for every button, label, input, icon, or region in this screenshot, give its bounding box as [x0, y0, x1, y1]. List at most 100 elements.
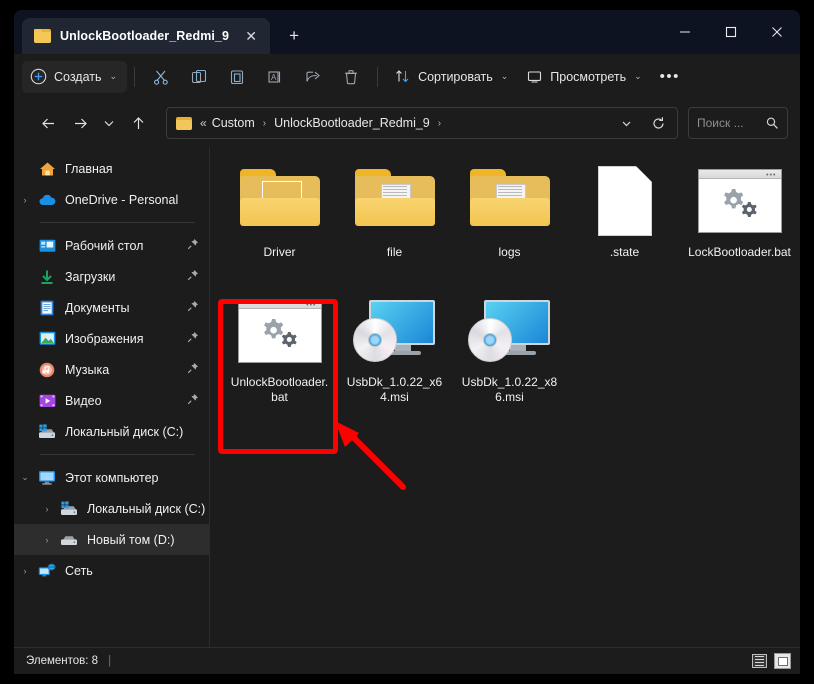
arrow-right-icon: [74, 118, 87, 128]
navigation-pane[interactable]: Главная › OneDrive - Personal Рабочий стол З…: [14, 147, 210, 647]
bat-script-icon: •••: [697, 169, 782, 233]
share-button[interactable]: [294, 61, 332, 93]
bat-script-icon: •••: [237, 299, 322, 363]
breadcrumb-item-unlockbootloader-redmi-9[interactable]: UnlockBootloader_Redmi_9: [271, 116, 433, 130]
pin-icon[interactable]: [187, 393, 199, 408]
pin-icon[interactable]: [187, 300, 199, 315]
file-name-label: file: [386, 245, 403, 259]
delete-button[interactable]: [332, 61, 370, 93]
sidebar-item-2-3[interactable]: › Сеть: [14, 555, 209, 586]
share-icon: [306, 71, 320, 82]
video-icon: [36, 392, 58, 410]
sidebar-item-label: Документы: [65, 300, 130, 315]
sidebar-item-label: Главная: [65, 161, 113, 176]
breadcrumb-overflow[interactable]: «: [198, 116, 209, 130]
tab-label: UnlockBootloader_Redmi_9: [60, 29, 230, 43]
blank-file-icon: [597, 166, 652, 236]
details-view-icon[interactable]: [750, 653, 769, 670]
minimize-icon[interactable]: [662, 10, 708, 54]
pin-icon[interactable]: [187, 362, 199, 377]
new-tab-button[interactable]: +: [279, 21, 309, 51]
sidebar-item-1-4[interactable]: Музыка: [14, 354, 209, 385]
folder-icon: [469, 169, 550, 233]
pin-icon[interactable]: [187, 238, 199, 253]
pin-icon[interactable]: [187, 331, 199, 346]
status-separator: |: [108, 655, 112, 667]
trash-icon: [345, 69, 358, 84]
forward-button[interactable]: [64, 107, 96, 139]
breadcrumb[interactable]: « Custom › UnlockBootloader_Redmi_9 ›: [166, 107, 678, 139]
tab-strip: UnlockBootloader_Redmi_9 ✕ +: [14, 10, 309, 54]
pin-icon[interactable]: [187, 269, 199, 284]
up-button[interactable]: [122, 107, 154, 139]
refresh-button[interactable]: [643, 109, 673, 137]
sort-button[interactable]: Сортировать ⌄: [385, 61, 517, 93]
sidebar-item-1-1[interactable]: Загрузки: [14, 261, 209, 292]
expander-icon[interactable]: ›: [36, 504, 58, 514]
rename-button[interactable]: A: [256, 61, 294, 93]
expander-icon[interactable]: ›: [14, 195, 36, 205]
file-item[interactable]: Driver: [222, 159, 337, 289]
view-button[interactable]: Просмотреть ⌄: [517, 61, 650, 93]
file-item[interactable]: .state: [567, 159, 682, 289]
expander-icon[interactable]: ›: [14, 566, 36, 576]
sidebar-item-1-3[interactable]: Изображения: [14, 323, 209, 354]
close-icon[interactable]: [754, 10, 800, 54]
sidebar-item-1-6[interactable]: Локальный диск (C:): [14, 416, 209, 447]
sidebar-divider: [40, 222, 195, 223]
close-tab-icon[interactable]: ✕: [238, 23, 264, 49]
sidebar-item-2-1[interactable]: › Локальный диск (C:): [14, 493, 209, 524]
monitor-icon: [528, 71, 542, 83]
file-item[interactable]: ••• LockBootloader.bat: [682, 159, 797, 289]
sidebar-item-1-5[interactable]: Видео: [14, 385, 209, 416]
file-item[interactable]: UsbDk_1.0.22_x64.msi: [337, 289, 452, 419]
drive-windows-icon: [36, 423, 58, 441]
address-dropdown-button[interactable]: [611, 109, 641, 137]
recent-locations-button[interactable]: [96, 107, 122, 139]
chevron-down-icon: [622, 121, 630, 126]
file-thumbnail: [352, 293, 438, 369]
search-input[interactable]: Поиск ...: [688, 107, 788, 139]
sidebar-item-2-0[interactable]: ⌄ Этот компьютер: [14, 462, 209, 493]
sidebar-item-label: Загрузки: [65, 269, 116, 284]
file-name-label: LockBootloader.bat: [688, 245, 791, 259]
file-list-area[interactable]: Driver file logs .state ••• LockBootloader.ba…: [210, 147, 800, 647]
sidebar-item-1-0[interactable]: Рабочий стол: [14, 230, 209, 261]
sidebar-item-0-0[interactable]: Главная: [14, 153, 209, 184]
cut-button[interactable]: [142, 61, 180, 93]
file-item[interactable]: logs: [452, 159, 567, 289]
window-controls: [662, 10, 800, 54]
new-button[interactable]: Создать ⌄: [22, 60, 128, 93]
desktop-icon: [36, 237, 58, 255]
paste-button[interactable]: [218, 61, 256, 93]
sidebar-item-label: Локальный диск (C:): [87, 501, 206, 516]
file-name-label: logs: [498, 245, 521, 259]
breadcrumb-item-custom[interactable]: Custom: [209, 116, 258, 130]
more-options-button[interactable]: •••: [651, 61, 689, 93]
tab-unlockbootloader-redmi-9[interactable]: UnlockBootloader_Redmi_9 ✕: [22, 18, 271, 54]
sort-icon: [396, 70, 409, 83]
expander-icon[interactable]: ›: [36, 535, 58, 545]
large-icons-view-icon[interactable]: [773, 653, 792, 670]
file-item[interactable]: file: [337, 159, 452, 289]
refresh-icon: [652, 116, 664, 129]
file-item[interactable]: ••• UnlockBootloader.bat: [222, 289, 337, 419]
back-button[interactable]: [32, 107, 64, 139]
sidebar-item-label: Рабочий стол: [65, 238, 144, 253]
copy-button[interactable]: [180, 61, 218, 93]
file-item[interactable]: UsbDk_1.0.22_x86.msi: [452, 289, 567, 419]
plus-circle-icon: [30, 68, 47, 85]
file-name-label: .state: [609, 245, 640, 259]
sidebar-item-2-2[interactable]: › Новый том (D:): [14, 524, 209, 555]
sidebar-item-label: Локальный диск (C:): [65, 424, 184, 439]
maximize-icon[interactable]: [708, 10, 754, 54]
expander-icon[interactable]: ⌄: [14, 472, 36, 483]
title-bar: UnlockBootloader_Redmi_9 ✕ +: [14, 10, 800, 54]
file-thumbnail: [237, 163, 323, 239]
toolbar-divider-2: [377, 66, 379, 87]
file-thumbnail: •••: [697, 163, 783, 239]
breadcrumb-separator-2[interactable]: ›: [433, 118, 446, 129]
sidebar-item-1-2[interactable]: Документы: [14, 292, 209, 323]
sidebar-item-0-1[interactable]: › OneDrive - Personal: [14, 184, 209, 215]
sidebar-item-label: Этот компьютер: [65, 470, 159, 485]
